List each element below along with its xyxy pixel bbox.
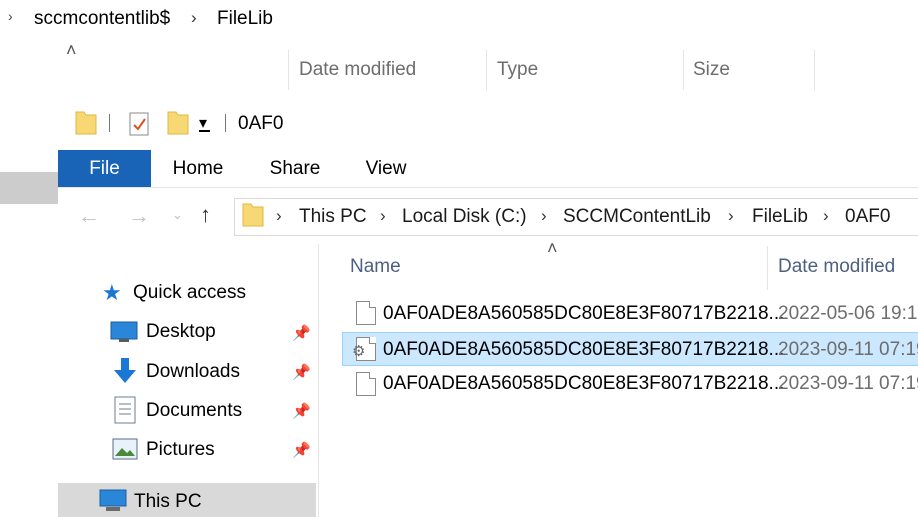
nav-downloads[interactable]: Downloads (146, 361, 240, 383)
bg-col-date-modified[interactable]: Date modified (299, 59, 416, 81)
chevron-right-icon[interactable]: › (541, 206, 547, 226)
bg-col-size[interactable]: Size (693, 59, 730, 81)
bg-col-type[interactable]: Type (497, 59, 538, 81)
forward-arrow-icon[interactable]: → (128, 203, 150, 229)
star-icon: ★ (102, 280, 122, 305)
file-date: 2022-05-06 19:19 (778, 303, 918, 324)
pictures-icon (112, 438, 138, 460)
documents-icon (114, 396, 136, 424)
pin-icon[interactable]: 📌 (292, 324, 311, 342)
crumb-filelib[interactable]: FileLib (752, 206, 808, 228)
chevron-right-icon[interactable]: › (728, 206, 734, 226)
background-breadcrumb-1[interactable]: sccmcontentlib$ (34, 8, 170, 30)
pin-icon[interactable]: 📌 (292, 402, 311, 420)
desktop-icon (110, 321, 138, 342)
nav-desktop[interactable]: Desktop (146, 321, 216, 343)
pin-icon[interactable]: 📌 (292, 441, 311, 459)
file-name[interactable]: 0AF0ADE8A560585DC80E8E3F80717B2218... (383, 303, 784, 325)
column-separator (288, 50, 289, 90)
file-icon (356, 372, 376, 396)
col-date-modified[interactable]: Date modified (778, 256, 895, 278)
nav-this-pc[interactable]: This PC (134, 491, 202, 513)
computer-icon (99, 489, 127, 511)
back-arrow-icon[interactable]: ← (78, 203, 100, 229)
window-title: 0AF0 (238, 113, 284, 134)
sort-up-icon: ˄ (66, 40, 77, 60)
folder-icon (75, 111, 97, 135)
pin-icon[interactable]: 📌 (292, 363, 311, 381)
properties-icon[interactable] (128, 110, 152, 138)
crumb-this-pc[interactable]: This PC (299, 206, 367, 228)
column-separator (814, 50, 815, 90)
file-date: 2023-09-11 07:19 (778, 339, 918, 360)
file-icon (356, 301, 376, 325)
toolbar-divider (225, 114, 226, 132)
background-breadcrumb-2[interactable]: FileLib (217, 8, 273, 30)
file-name[interactable]: 0AF0ADE8A560585DC80E8E3F80717B2218... (383, 373, 784, 395)
downloads-icon (114, 358, 136, 383)
customize-underline (199, 130, 210, 132)
column-separator (683, 50, 684, 90)
sort-up-icon: ˄ (547, 238, 558, 258)
gear-icon: ⚙ (352, 343, 366, 360)
pane-divider[interactable] (318, 244, 319, 517)
chevron-right-icon[interactable]: › (823, 206, 829, 226)
toolbar-divider (109, 114, 110, 132)
new-folder-icon[interactable] (166, 110, 190, 136)
background-column-header (0, 38, 918, 98)
folder-icon (242, 203, 264, 227)
crumb-sccmcontentlib[interactable]: SCCMContentLib (563, 206, 711, 228)
breadcrumb-separator-icon: › (191, 8, 197, 27)
recent-locations-icon[interactable]: ⌄ (172, 207, 183, 223)
chevron-right-icon[interactable]: › (380, 206, 386, 226)
nav-documents[interactable]: Documents (146, 400, 242, 422)
config-file-icon: ⚙ (352, 337, 376, 361)
chevron-right-icon: › (8, 8, 13, 24)
background-sidebar-selection (0, 172, 58, 204)
file-name[interactable]: 0AF0ADE8A560585DC80E8E3F80717B2218... (383, 339, 784, 361)
nav-pictures[interactable]: Pictures (146, 439, 215, 461)
file-date: 2023-09-11 07:19 (778, 373, 918, 394)
tab-share[interactable]: Share (258, 150, 332, 187)
tab-view[interactable]: View (352, 150, 420, 187)
tab-file[interactable]: File (58, 150, 151, 187)
tab-home[interactable]: Home (160, 150, 236, 187)
column-separator[interactable] (767, 246, 768, 290)
column-separator (486, 50, 487, 90)
nav-quick-access[interactable]: Quick access (133, 282, 246, 304)
crumb-local-disk[interactable]: Local Disk (C:) (402, 206, 527, 228)
col-name[interactable]: Name (350, 256, 401, 278)
up-arrow-icon[interactable]: ↑ (200, 202, 211, 228)
crumb-0af0[interactable]: 0AF0 (845, 206, 890, 228)
chevron-right-icon[interactable]: › (276, 206, 282, 226)
